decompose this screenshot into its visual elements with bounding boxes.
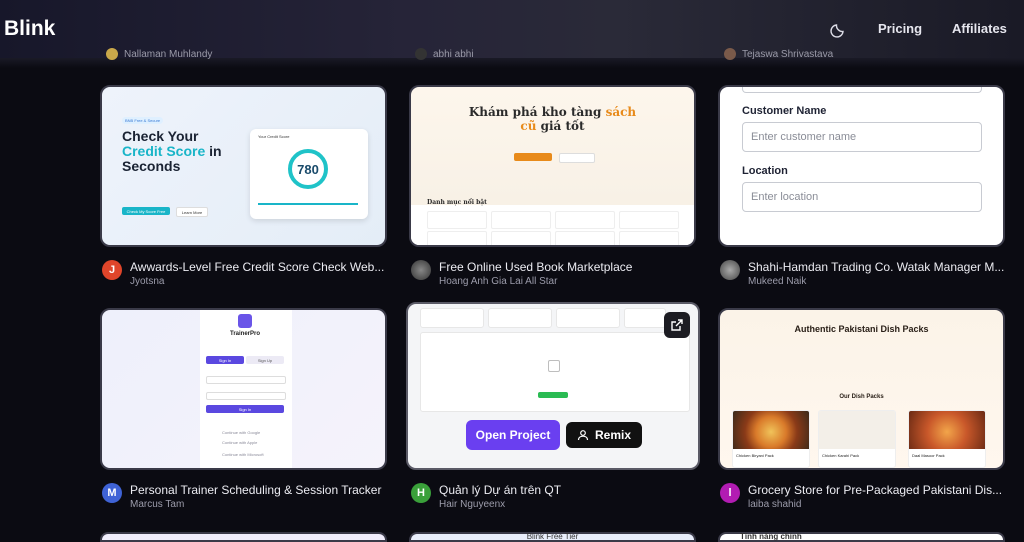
open-project-button[interactable]: Open Project [466,420,560,450]
peek-author-2: abhi abhi [415,48,474,60]
avatar: J [102,260,122,280]
blink-logo[interactable]: Blink [4,17,55,41]
preview-orange-button [514,153,552,161]
project-card-book-marketplace[interactable]: Khám phá kho tàng sách cũ giá tốt Danh m… [409,85,696,247]
preview-categories: Danh mục nổi bật [411,199,694,245]
preview-badge: BNB Free & Secure [122,117,164,124]
preview-login-panel: TrainerPro Sign In Sign Up Sign In Conti… [200,310,292,468]
peek-card-bottom-2: Blink Free Tier [409,532,696,542]
card-title[interactable]: Free Online Used Book Marketplace [439,260,711,274]
location-label: Location [742,165,788,177]
card-title[interactable]: Shahi-Hamdan Trading Co. Watak Manager M… [748,260,1020,274]
card-author[interactable]: Mukeed Naik [748,276,806,287]
card-author[interactable]: Marcus Tam [130,499,184,510]
dish-card-3: Daal Masoor Pack [908,410,986,468]
avatar [720,260,740,280]
card-author[interactable]: Hoang Anh Gia Lai All Star [439,276,557,287]
preview-heading: Authentic Pakistani Dish Packs [794,324,929,334]
preview-heading: Check Your Credit Score in Seconds [122,128,222,174]
project-card-credit-score[interactable]: BNB Free & Secure Check Your Credit Scor… [100,85,387,247]
external-link-icon [671,319,683,331]
peek-author-3: Tejaswa Shrivastava [724,48,833,60]
moon-icon[interactable] [829,19,849,39]
preview-score-box: Your Credit Score 780 [250,129,368,219]
avatar: H [411,483,431,503]
remix-button[interactable]: Remix [566,422,642,448]
card-title[interactable]: Grocery Store for Pre-Packaged Pakistani… [748,483,1020,497]
peek-author-1: Nallaman Muhlandy [106,48,212,60]
card-title[interactable]: Awwards-Level Free Credit Score Check We… [130,260,402,274]
project-card-pakistani-dishes[interactable]: Authentic Pakistani Dish Packs Our Dish … [718,308,1005,470]
score-ring: 780 [288,149,328,189]
peek-card-bottom-1 [100,532,387,542]
user-icon [577,430,589,441]
project-card-qt-hovered[interactable]: Open Project Remix [406,302,700,470]
preview-outline-button [559,153,595,163]
project-card-trainer[interactable]: TrainerPro Sign In Sign Up Sign In Conti… [100,308,387,470]
nav-affiliates[interactable]: Affiliates [952,21,1007,36]
avatar: M [102,483,122,503]
card-title[interactable]: Personal Trainer Scheduling & Session Tr… [130,483,402,497]
preview-cta-button: Check My Score Free [122,207,170,215]
project-card-watak-manager[interactable]: Customer Name Enter customer name Locati… [718,85,1005,247]
card-author[interactable]: Jyotsna [130,276,164,287]
remix-label: Remix [594,428,632,442]
preview-learn-more: Learn More [176,207,208,217]
card-author[interactable]: laiba shahid [748,499,801,510]
customer-name-input: Enter customer name [742,122,982,152]
location-input: Enter location [742,182,982,212]
external-link-button[interactable] [664,312,690,338]
customer-name-label: Customer Name [742,105,827,117]
preview-heading: Khám phá kho tàng sách cũ giá tốt [468,105,637,133]
card-title[interactable]: Quản lý Dự án trên QT [439,483,711,497]
nav-pricing[interactable]: Pricing [878,21,922,36]
dish-card-2: Chicken Karahi Pack [818,410,896,468]
avatar [411,260,431,280]
dish-card-1: Chicken Biryani Pack [732,410,810,468]
peek-card-bottom-3: Tính năng chính [718,532,1005,542]
card-author[interactable]: Hair Nguyeenx [439,499,505,510]
avatar: l [720,483,740,503]
